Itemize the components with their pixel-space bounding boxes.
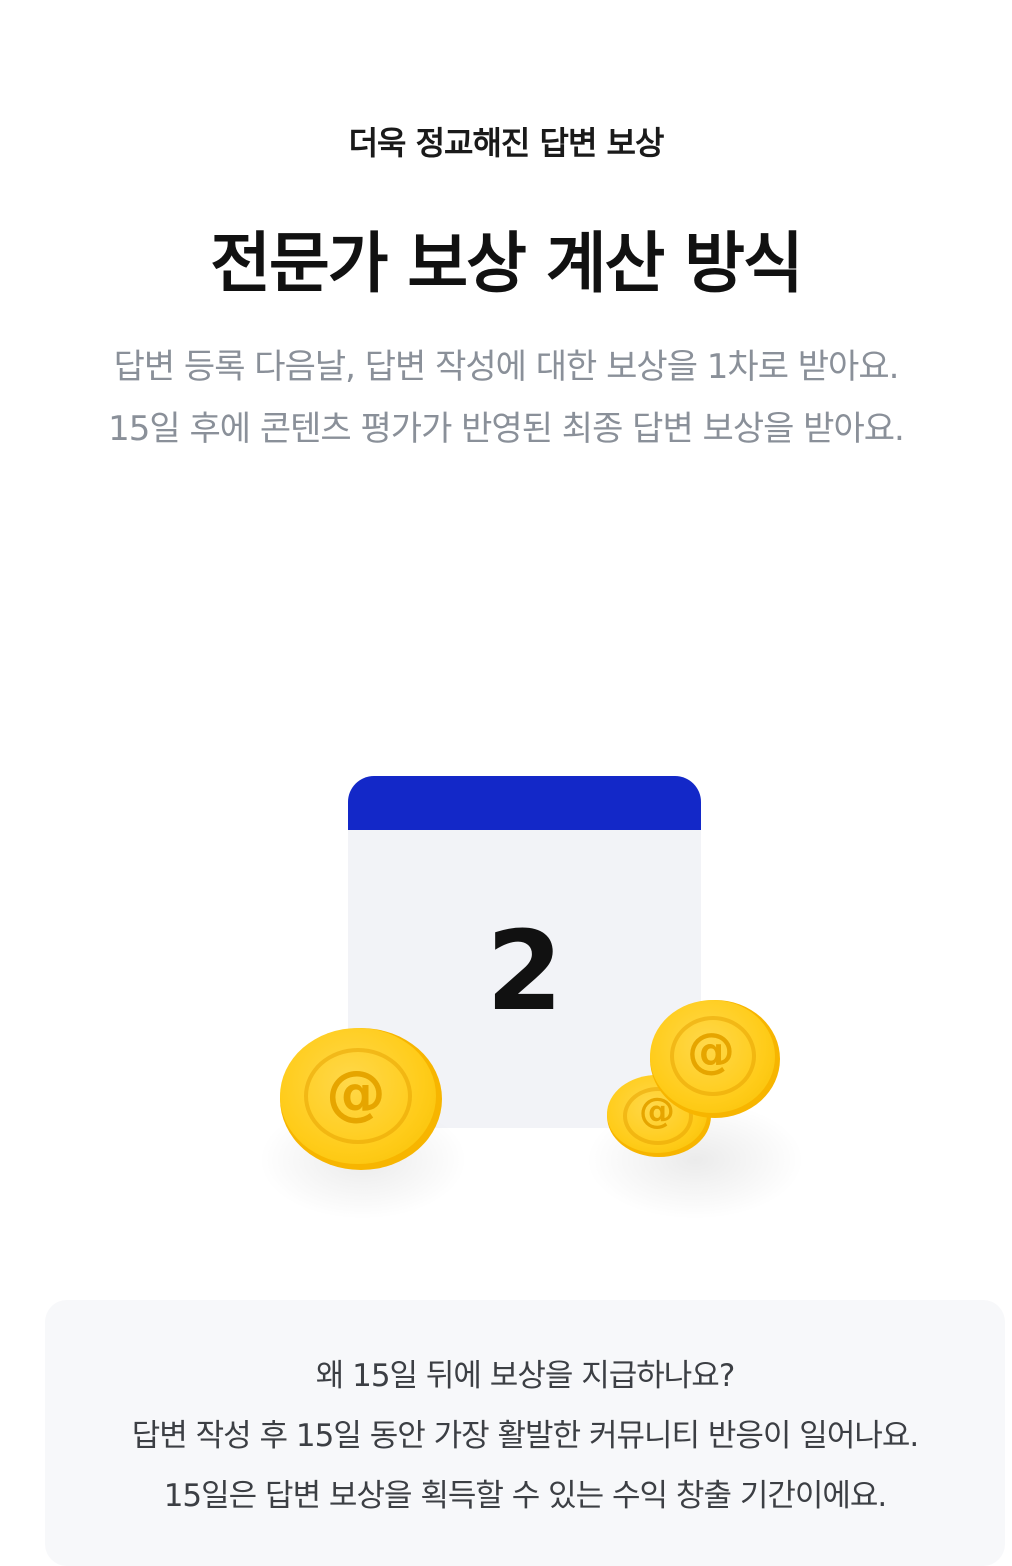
info-line-1: 답변 작성 후 15일 동안 가장 활발한 커뮤니티 반응이 일어나요. — [131, 1418, 919, 1454]
page-title: 전문가 보상 계산 방식 — [210, 225, 803, 302]
description: 답변 등록 다음날, 답변 작성에 대한 보상을 1차로 받아요. 15일 후에… — [0, 336, 1012, 460]
description-line-1: 답변 등록 다음날, 답변 작성에 대한 보상을 1차로 받아요. — [113, 347, 900, 387]
info-question: 왜 15일 뒤에 보상을 지급하나요? — [315, 1358, 736, 1394]
calendar-day-number: 2 — [486, 907, 563, 1035]
coin-mark: @ — [687, 1023, 735, 1079]
coin-icon: @ — [280, 1028, 442, 1170]
info-box: 왜 15일 뒤에 보상을 지급하나요? 답변 작성 후 15일 동안 가장 활발… — [45, 1300, 1005, 1566]
coin-mark: @ — [326, 1058, 386, 1128]
reward-illustration: 2 @ @ @ — [0, 740, 1012, 1260]
coin-icon: @ — [650, 1000, 780, 1118]
info-line-2: 15일은 답변 보상을 획득할 수 있는 수익 창출 기간이에요. — [163, 1478, 888, 1514]
description-line-2: 15일 후에 콘텐츠 평가가 반영된 최종 답변 보상을 받아요. — [108, 409, 905, 449]
section-eyebrow: 더욱 정교해진 답변 보상 — [348, 124, 665, 162]
calendar-header — [348, 776, 701, 830]
